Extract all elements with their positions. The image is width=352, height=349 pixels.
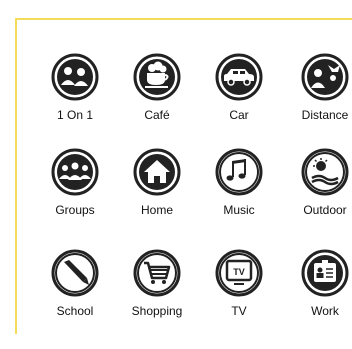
category-tile-groups[interactable]: Groups: [35, 147, 115, 237]
id-badge-icon: [300, 248, 350, 298]
category-label: TV: [231, 304, 247, 318]
svg-text:TV: TV: [233, 267, 245, 277]
category-tile-shopping[interactable]: Shopping: [117, 248, 197, 338]
car-icon: [214, 52, 264, 102]
category-tile-distance[interactable]: Distance: [285, 52, 352, 142]
category-tile-work[interactable]: Work: [285, 248, 352, 338]
category-label: Home: [140, 203, 173, 217]
music-notes-icon: [214, 147, 264, 197]
category-tile-home[interactable]: Home: [117, 147, 197, 237]
category-tile-car[interactable]: Car: [199, 52, 279, 142]
category-grid: 1 On 1 Café Car Distance Groups Home Mus…: [0, 0, 352, 349]
category-label: School: [56, 304, 94, 318]
group-icon: [50, 147, 100, 197]
television-icon: TV: [214, 248, 264, 298]
shopping-cart-icon: [132, 248, 182, 298]
two-people-icon: [50, 52, 100, 102]
category-tile-1on1[interactable]: 1 On 1: [35, 52, 115, 142]
house-icon: [132, 147, 182, 197]
category-label: 1 On 1: [56, 108, 94, 122]
long-distance-icon: [300, 52, 350, 102]
outdoor-icon: [300, 147, 350, 197]
coffee-cup-icon: [132, 52, 182, 102]
category-label: Groups: [55, 203, 95, 217]
category-label: Music: [223, 203, 255, 217]
category-tile-tv[interactable]: TV TV: [199, 248, 279, 338]
category-label: Outdoor: [303, 203, 347, 217]
category-label: Work: [311, 304, 339, 318]
category-tile-outdoor[interactable]: Outdoor: [285, 147, 352, 237]
category-tile-school[interactable]: School: [35, 248, 115, 338]
pencil-icon: [50, 248, 100, 298]
category-tile-music[interactable]: Music: [199, 147, 279, 237]
category-label: Shopping: [131, 304, 183, 318]
category-picker: 1 On 1 Café Car Distance Groups Home Mus…: [0, 0, 352, 349]
category-label: Café: [144, 108, 170, 122]
category-label: Car: [229, 108, 249, 122]
category-tile-cafe[interactable]: Café: [117, 52, 197, 142]
category-label: Distance: [301, 108, 349, 122]
